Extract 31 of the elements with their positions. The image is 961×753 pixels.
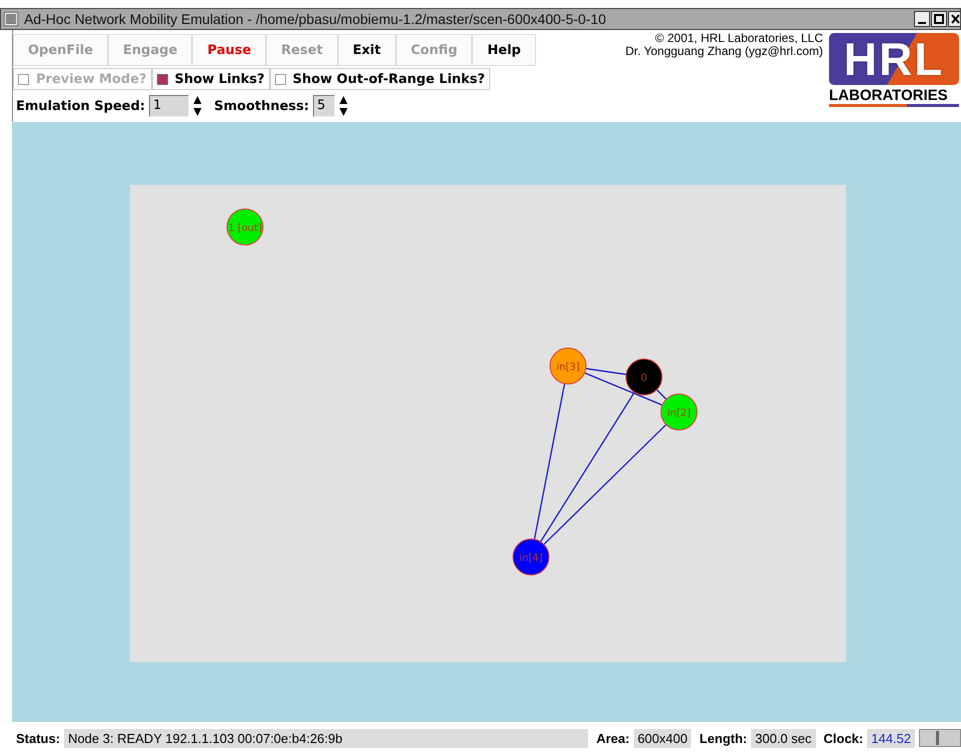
network-node[interactable]: 1 [out] [226,208,264,246]
credit-text: Dr. Yongguang Zhang (ygz@hrl.com) [625,45,823,58]
spinner-arrows-icon[interactable] [339,95,348,117]
maximize-icon[interactable] [931,11,947,27]
clock-value: 144.52 [867,728,915,748]
status-label: Status: [16,730,60,746]
spinner-field[interactable]: 1 [149,95,190,117]
spinner-label: Emulation Speed: [16,98,146,114]
credit-text: © 2001, HRL Laboratories, LLC [655,32,823,45]
status-text: Node 3: READY 192.1.1.103 00:07:0e:b4:26:9b [64,728,588,748]
window-menu-icon[interactable] [4,12,18,26]
length-label: Length: [699,730,748,746]
checkbox[interactable]: Show Links? [152,68,270,90]
network-node[interactable]: in[3] [550,348,586,384]
checkbox[interactable]: Show Out-of-Range Links? [270,68,490,90]
spinner-arrows-icon[interactable] [193,95,202,117]
minimize-icon[interactable] [914,11,930,27]
network-node[interactable]: 0 [626,358,662,396]
close-icon[interactable] [948,11,960,27]
toolbar-button[interactable]: Pause [192,34,266,66]
toolbar-button[interactable]: Help [472,34,536,66]
clock-label: Clock: [824,730,864,746]
clock-slider-thumb[interactable] [936,731,940,745]
area-value: 600x400 [634,728,692,748]
spinner-field[interactable]: 5 [313,95,336,117]
network-node[interactable]: in[2] [660,394,698,430]
length-value: 300.0 sec [751,728,816,748]
window-title: Ad-Hoc Network Mobility Emulation - /home/pbasu/mobiemu-1.2/master/scen-600x400-5-0-10 [24,11,608,27]
spinner-label: Smoothness: [214,98,310,114]
area-label: Area: [596,730,630,746]
toolbar-button[interactable]: Exit [338,34,396,66]
